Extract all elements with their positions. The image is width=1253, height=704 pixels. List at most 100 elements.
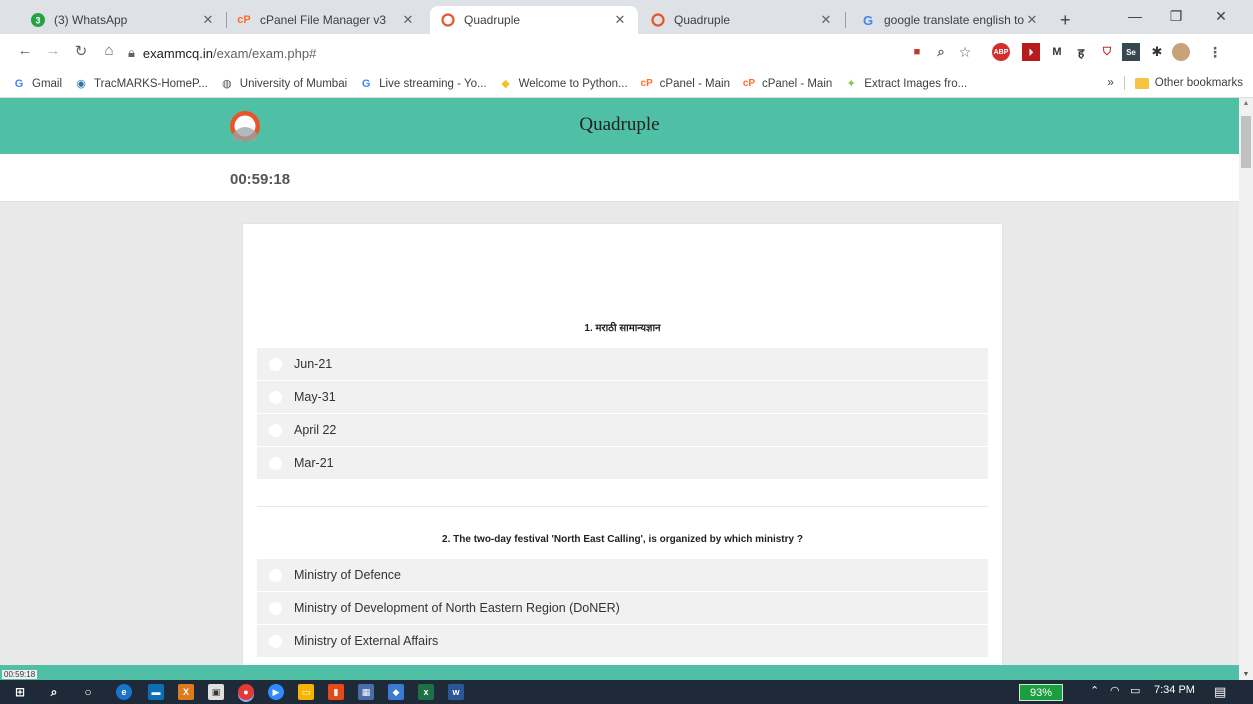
python-idle-icon[interactable]: ◆ [388, 684, 404, 700]
bookmark-star-icon[interactable]: ☆ [956, 43, 974, 61]
pdf-extension-icon[interactable]: ⏵ [1022, 43, 1040, 61]
lock-icon: 🔒︎ [128, 45, 135, 60]
pocket-save-icon[interactable]: ⛉ [1098, 43, 1116, 61]
tab-google-translate[interactable]: G google translate english to ma ✕ [850, 6, 1050, 34]
bookmarks-overflow-button[interactable]: » [1107, 77, 1113, 89]
close-icon[interactable]: ✕ [818, 12, 834, 28]
option-label: May-31 [294, 390, 336, 404]
option-row[interactable]: Mar-21 [257, 447, 988, 480]
tab-title: Quadruple [674, 13, 731, 27]
option-row[interactable]: May-31 [257, 381, 988, 414]
scroll-thumb[interactable] [1241, 116, 1251, 168]
camera-blocked-icon[interactable]: ■ [908, 43, 926, 61]
xampp-icon[interactable]: X [178, 684, 194, 700]
selenium-icon[interactable]: Se [1122, 43, 1140, 61]
tray-chevron-icon[interactable]: ⌃ [1090, 684, 1099, 697]
bookmark-extract-images[interactable]: ✦ Extract Images fro... [844, 77, 968, 91]
wifi-icon[interactable]: ◠ [1110, 684, 1120, 697]
clock-time[interactable]: 7:34 PM [1154, 684, 1195, 696]
bookmark-python[interactable]: ◆ Welcome to Python... [499, 77, 627, 91]
hindi-extension-icon[interactable]: ह [1072, 43, 1090, 61]
cpanel-icon: cP [237, 14, 251, 26]
tab-whatsapp[interactable]: 3 (3) WhatsApp ✕ [20, 6, 226, 34]
word-icon[interactable]: w [448, 684, 464, 700]
radio-button[interactable] [269, 390, 282, 404]
forward-arrow-icon[interactable]: → [42, 42, 64, 59]
edge-icon[interactable]: e [116, 684, 132, 700]
option-label: Mar-21 [294, 456, 334, 470]
maximize-button[interactable]: ❐ [1161, 8, 1191, 25]
bookmark-cpanel-main-2[interactable]: cP cPanel - Main [742, 77, 832, 91]
options-list: Jun-21 May-31 April 22 Mar-21 [257, 348, 988, 480]
exam-timer: 00:59:18 [230, 171, 291, 188]
excel-icon[interactable]: x [418, 684, 434, 700]
tab-quadruple-active[interactable]: Quadruple ✕ [430, 6, 638, 34]
lock-app-icon[interactable]: ▣ [208, 684, 224, 700]
new-tab-button[interactable]: + [1060, 10, 1071, 31]
zoom-icon[interactable]: ⌕ [932, 43, 950, 61]
app-icon[interactable]: ▦ [358, 684, 374, 700]
status-timer: 00:59:18 [2, 670, 38, 679]
close-icon[interactable]: ✕ [612, 12, 628, 28]
close-window-button[interactable]: ✕ [1206, 8, 1236, 25]
zoom-app-icon[interactable]: ▶ [268, 684, 284, 700]
option-label: Ministry of Development of North Eastern… [294, 601, 620, 615]
adblock-icon[interactable]: ABP [992, 43, 1010, 61]
profile-avatar[interactable] [1172, 43, 1190, 61]
windows-start-icon[interactable]: ⊞ [12, 684, 28, 700]
menu-kebab-icon[interactable]: ⋮ [1206, 43, 1224, 61]
bookmark-live-streaming[interactable]: G Live streaming - Yo... [359, 77, 487, 91]
tab-cpanel-file-manager[interactable]: cP cPanel File Manager v3 ✕ [226, 6, 426, 34]
tab-quadruple[interactable]: Quadruple ✕ [640, 6, 844, 34]
question-text: 2. The two-day festival 'North East Call… [442, 534, 803, 545]
extensions-puzzle-icon[interactable]: ✱ [1148, 43, 1166, 61]
radio-button[interactable] [269, 456, 282, 470]
battery-indicator[interactable]: 93% [1019, 684, 1063, 701]
folder-icon [1134, 77, 1149, 89]
radio-button[interactable] [269, 601, 282, 615]
close-icon[interactable]: ✕ [400, 12, 416, 28]
page-scrollbar[interactable]: ▲ ▼ [1239, 98, 1253, 680]
scroll-down-arrow-icon[interactable]: ▼ [1239, 671, 1253, 678]
home-icon[interactable]: ⌂ [98, 42, 120, 59]
bookmark-tracmarks[interactable]: ◉ TracMARKS-HomeP... [74, 77, 208, 91]
quadruple-icon [440, 12, 456, 28]
bookmark-university-of-mumbai[interactable]: ◍ University of Mumbai [220, 77, 347, 91]
close-icon[interactable]: ✕ [1024, 12, 1040, 28]
back-arrow-icon[interactable]: ← [14, 42, 36, 59]
bookmark-gmail[interactable]: G Gmail [12, 77, 62, 91]
option-row[interactable]: Ministry of Defence [257, 559, 988, 592]
radio-button[interactable] [269, 423, 282, 437]
bottom-status-strip [0, 665, 1239, 680]
radio-button[interactable] [269, 357, 282, 371]
close-icon[interactable]: ✕ [200, 12, 216, 28]
radio-button[interactable] [269, 634, 282, 648]
question-text: 1. मराठी सामान्यज्ञान [584, 323, 661, 334]
pocket-icon[interactable]: M [1048, 43, 1066, 61]
notifications-icon[interactable]: ▤ [1214, 684, 1226, 700]
battery-icon[interactable]: ▭ [1130, 684, 1140, 697]
url-host: exammcq.in [142, 45, 213, 61]
quadruple-icon [650, 12, 666, 28]
radio-button[interactable] [269, 568, 282, 582]
file-explorer-icon[interactable]: ▭ [298, 684, 314, 700]
option-label: April 22 [294, 423, 337, 437]
address-bar[interactable]: 🔒︎ exammcq.in/exam/exam.php# [128, 40, 888, 66]
option-row[interactable]: April 22 [257, 414, 988, 447]
option-row[interactable]: Ministry of External Affairs [257, 625, 988, 658]
bookmark-cpanel-main-1[interactable]: cP cPanel - Main [640, 77, 730, 91]
cpanel-icon: cP [640, 78, 653, 89]
reload-icon[interactable]: ↻ [70, 42, 92, 60]
office-icon[interactable]: ▮ [328, 684, 344, 700]
other-bookmarks-folder[interactable]: Other bookmarks [1155, 77, 1243, 89]
option-row[interactable]: Ministry of Development of North Eastern… [257, 592, 988, 625]
search-icon[interactable]: ⌕ [46, 684, 62, 700]
chrome-icon[interactable]: ● [238, 684, 254, 700]
cortana-icon[interactable]: ○ [80, 684, 96, 700]
scroll-up-arrow-icon[interactable]: ▲ [1239, 100, 1253, 107]
extract-icon: ✦ [846, 78, 856, 90]
tab-separator [845, 12, 846, 28]
minimize-button[interactable]: — [1120, 8, 1150, 24]
store-icon[interactable]: ▬ [148, 684, 164, 700]
option-row[interactable]: Jun-21 [257, 348, 988, 381]
